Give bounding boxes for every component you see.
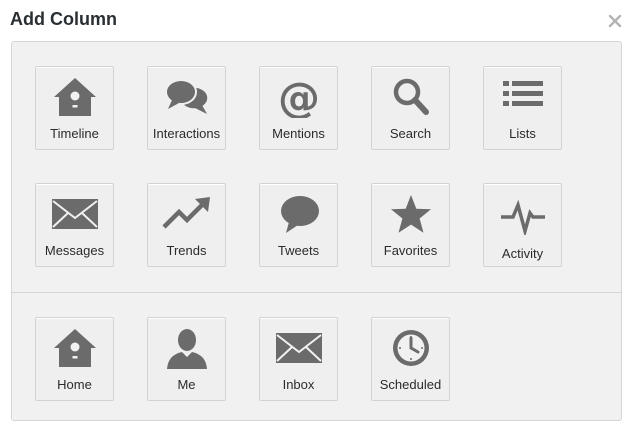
envelope-icon: [51, 199, 98, 229]
column-label: Tweets: [277, 243, 320, 258]
column-label: Messages: [44, 243, 105, 258]
dialog-title: Add Column: [10, 9, 117, 29]
column-type-panel: Timeline Interactions @ Mentions Search: [11, 41, 622, 421]
column-label: Scheduled: [379, 377, 442, 392]
person-icon: [166, 329, 207, 369]
column-label: Me: [177, 377, 196, 392]
column-activity-button[interactable]: Activity: [483, 183, 562, 267]
column-label: Trends: [166, 243, 207, 258]
column-inbox-button[interactable]: Inbox: [259, 317, 338, 401]
pulse-icon: [500, 199, 545, 235]
column-scheduled-button[interactable]: Scheduled: [371, 317, 450, 401]
column-mentions-button[interactable]: @ Mentions: [259, 66, 338, 150]
column-me-button[interactable]: Me: [147, 317, 226, 401]
column-label: Interactions: [152, 126, 221, 141]
column-label: Lists: [509, 126, 536, 141]
column-label: Search: [389, 126, 432, 141]
birdhouse-icon: [53, 329, 96, 367]
column-label: Timeline: [50, 126, 99, 141]
column-messages-button[interactable]: Messages: [35, 183, 114, 267]
at-sign-icon: @: [278, 76, 320, 118]
column-lists-button[interactable]: Lists: [483, 66, 562, 150]
column-home-button[interactable]: Home: [35, 317, 114, 401]
column-label: Home: [57, 377, 92, 392]
clock-icon: [392, 330, 429, 366]
birdhouse-icon: [53, 78, 96, 116]
star-icon: [390, 195, 431, 233]
speech-bubble-icon: [280, 196, 319, 233]
column-trends-button[interactable]: Trends: [147, 183, 226, 267]
close-icon[interactable]: [606, 12, 624, 30]
svg-text:@: @: [278, 76, 320, 118]
column-tweets-button[interactable]: Tweets: [259, 183, 338, 267]
column-timeline-button[interactable]: Timeline: [35, 66, 114, 150]
column-label: Activity: [501, 246, 544, 261]
column-label: Favorites: [383, 243, 438, 258]
column-interactions-button[interactable]: Interactions: [147, 66, 226, 150]
magnifier-icon: [393, 78, 429, 115]
column-label: Mentions: [272, 126, 325, 141]
column-label: Inbox: [282, 377, 315, 392]
section-divider: [12, 292, 621, 293]
envelope-icon: [275, 333, 322, 363]
column-search-button[interactable]: Search: [371, 66, 450, 150]
speech-bubbles-icon: [164, 79, 209, 114]
trend-arrow-icon: [161, 197, 210, 229]
list-icon: [502, 81, 543, 106]
column-favorites-button[interactable]: Favorites: [371, 183, 450, 267]
